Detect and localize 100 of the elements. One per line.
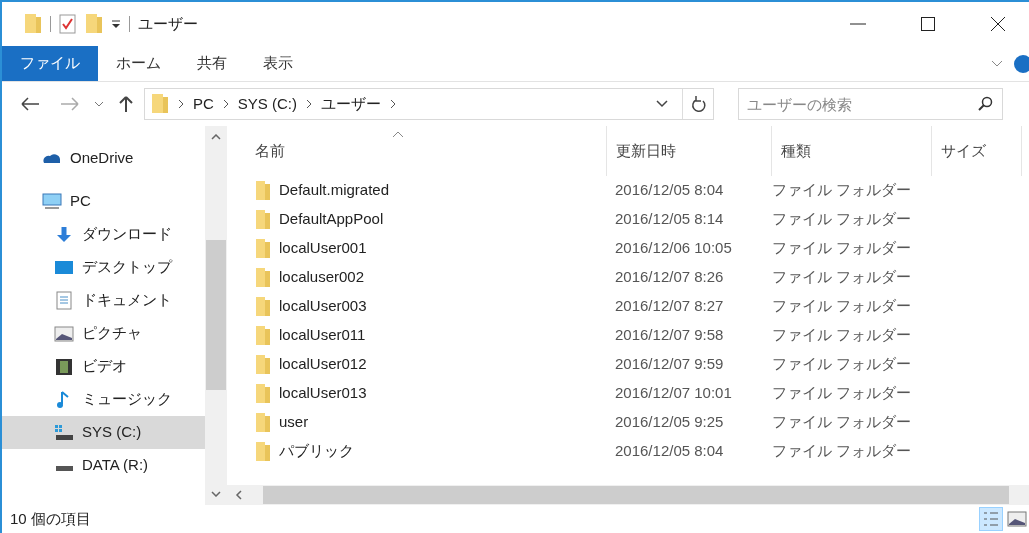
drive-icon [54, 422, 74, 443]
file-row[interactable]: DefaultAppPool 2016/12/05 8:14 ファイル フォルダー [227, 205, 1029, 234]
chevron-icon [305, 98, 314, 110]
ribbon-tab[interactable]: ホーム [98, 46, 179, 81]
picture-icon [54, 323, 74, 344]
sidebar-item[interactable]: ミュージック [2, 383, 205, 416]
file-name: localUser011 [279, 325, 366, 346]
folder-icon [255, 180, 271, 201]
modified-date: 2016/12/07 9:58 [615, 326, 724, 344]
file-name: Default.migrated [279, 180, 390, 201]
column-header[interactable]: サイズ [932, 126, 1022, 176]
folder-icon [255, 354, 271, 375]
sidebar-item[interactable]: OneDrive [2, 142, 205, 175]
search-field[interactable]: ユーザーの検索 [738, 88, 1003, 120]
chevron-icon [177, 98, 185, 110]
ribbon-tab[interactable]: 表示 [245, 46, 311, 81]
folder-icon [255, 238, 271, 259]
file-type: ファイル フォルダー [772, 355, 912, 373]
sidebar-item[interactable]: ビデオ [2, 350, 205, 383]
modified-date: 2016/12/06 10:05 [615, 239, 732, 257]
up-icon[interactable] [118, 95, 134, 113]
column-header[interactable]: 更新日時 [607, 126, 772, 176]
sidebar-item[interactable]: SYS (C:) [2, 416, 205, 449]
sidebar-item[interactable]: ダウンロード [2, 218, 205, 251]
file-type: ファイル フォルダー [772, 442, 912, 460]
file-type: ファイル フォルダー [772, 181, 912, 199]
folder-icon [255, 209, 271, 230]
file-row[interactable]: localUser003 2016/12/07 8:27 ファイル フォルダー [227, 292, 1029, 321]
modified-date: 2016/12/07 10:01 [615, 384, 732, 402]
maximize-icon [920, 16, 936, 32]
file-type: ファイル フォルダー [772, 210, 912, 228]
sidebar-item[interactable]: ピクチャ [2, 317, 205, 350]
modified-date: 2016/12/07 9:59 [615, 355, 724, 373]
scroll-up-icon[interactable] [211, 134, 221, 140]
modified-date: 2016/12/05 8:04 [615, 442, 724, 460]
folder-icon [255, 267, 271, 288]
sidebar-item[interactable]: PC [2, 185, 205, 218]
folder-icon [255, 383, 271, 404]
file-type: ファイル フォルダー [772, 297, 912, 315]
file-name: localUser001 [279, 238, 367, 259]
address-bar[interactable]: PC SYS (C:) ユーザー [144, 88, 714, 120]
dropdown-icon[interactable] [111, 19, 121, 29]
modified-date: 2016/12/07 8:26 [615, 268, 724, 286]
help-icon[interactable] [1013, 53, 1029, 74]
file-type: ファイル フォルダー [772, 268, 912, 286]
scrollbar-thumb[interactable] [263, 486, 1009, 504]
properties-icon[interactable] [59, 14, 77, 34]
file-row[interactable]: localUser001 2016/12/06 10:05 ファイル フォルダー [227, 234, 1029, 263]
ribbon-tab[interactable]: 共有 [179, 46, 245, 81]
drive-icon [56, 466, 73, 471]
file-row[interactable]: localUser012 2016/12/07 9:59 ファイル フォルダー [227, 350, 1029, 379]
breadcrumb-item[interactable]: ユーザー [321, 92, 382, 116]
file-type: ファイル フォルダー [772, 326, 912, 344]
sidebar-item[interactable]: DATA (R:) [2, 449, 205, 482]
file-name: user [279, 412, 309, 433]
file-row[interactable]: localuser002 2016/12/07 8:26 ファイル フォルダー [227, 263, 1029, 292]
folder-icon [255, 412, 271, 433]
file-name: localUser013 [279, 383, 367, 404]
back-icon[interactable] [20, 96, 40, 112]
expand-ribbon-icon[interactable] [991, 59, 1003, 68]
sidebar-item[interactable]: ドキュメント [2, 284, 205, 317]
computer-icon [42, 191, 62, 212]
modified-date: 2016/12/05 9:25 [615, 413, 724, 431]
file-type: ファイル フォルダー [772, 413, 912, 431]
file-name: localuser002 [279, 267, 365, 288]
column-header[interactable]: 種類 [772, 126, 932, 176]
dropdown-icon[interactable] [656, 100, 668, 108]
window-title: ユーザー [138, 13, 198, 34]
file-name: localUser012 [279, 354, 367, 375]
close-icon [990, 16, 1006, 32]
folder-icon [255, 325, 271, 346]
modified-date: 2016/12/05 8:14 [615, 210, 724, 228]
sidebar-item[interactable]: デスクトップ [2, 251, 205, 284]
large-icons-view-icon[interactable] [1007, 509, 1027, 529]
modified-date: 2016/12/07 8:27 [615, 297, 724, 315]
column-header[interactable]: 名前 [227, 126, 607, 176]
file-name: パブリック [279, 441, 354, 462]
recent-dropdown-icon[interactable] [94, 100, 104, 108]
scroll-left-icon[interactable] [235, 490, 243, 500]
file-row[interactable]: Default.migrated 2016/12/05 8:04 ファイル フォルダー [227, 176, 1029, 205]
breadcrumb-item[interactable]: SYS (C:) [237, 92, 298, 116]
chevron-icon [389, 98, 398, 110]
file-type: ファイル フォルダー [772, 384, 912, 402]
scroll-down-icon[interactable] [211, 491, 221, 497]
chevron-icon [221, 98, 230, 110]
modified-date: 2016/12/05 8:04 [615, 181, 724, 199]
file-name: DefaultAppPool [279, 209, 384, 230]
scrollbar-thumb[interactable] [206, 240, 226, 390]
file-row[interactable]: localUser011 2016/12/07 9:58 ファイル フォルダー [227, 321, 1029, 350]
file-row[interactable]: localUser013 2016/12/07 10:01 ファイル フォルダー [227, 379, 1029, 408]
search-icon[interactable] [977, 96, 993, 112]
file-row[interactable]: user 2016/12/05 9:25 ファイル フォルダー [227, 408, 1029, 437]
file-row[interactable]: パブリック 2016/12/05 8:04 ファイル フォルダー [227, 437, 1029, 466]
folder-icon [255, 441, 271, 462]
refresh-icon[interactable] [691, 95, 707, 113]
ribbon-tab[interactable]: ファイル [2, 46, 98, 81]
breadcrumb-item[interactable]: PC [193, 92, 214, 116]
film-icon [54, 356, 74, 377]
file-type: ファイル フォルダー [772, 239, 912, 257]
folder-icon [151, 93, 169, 115]
